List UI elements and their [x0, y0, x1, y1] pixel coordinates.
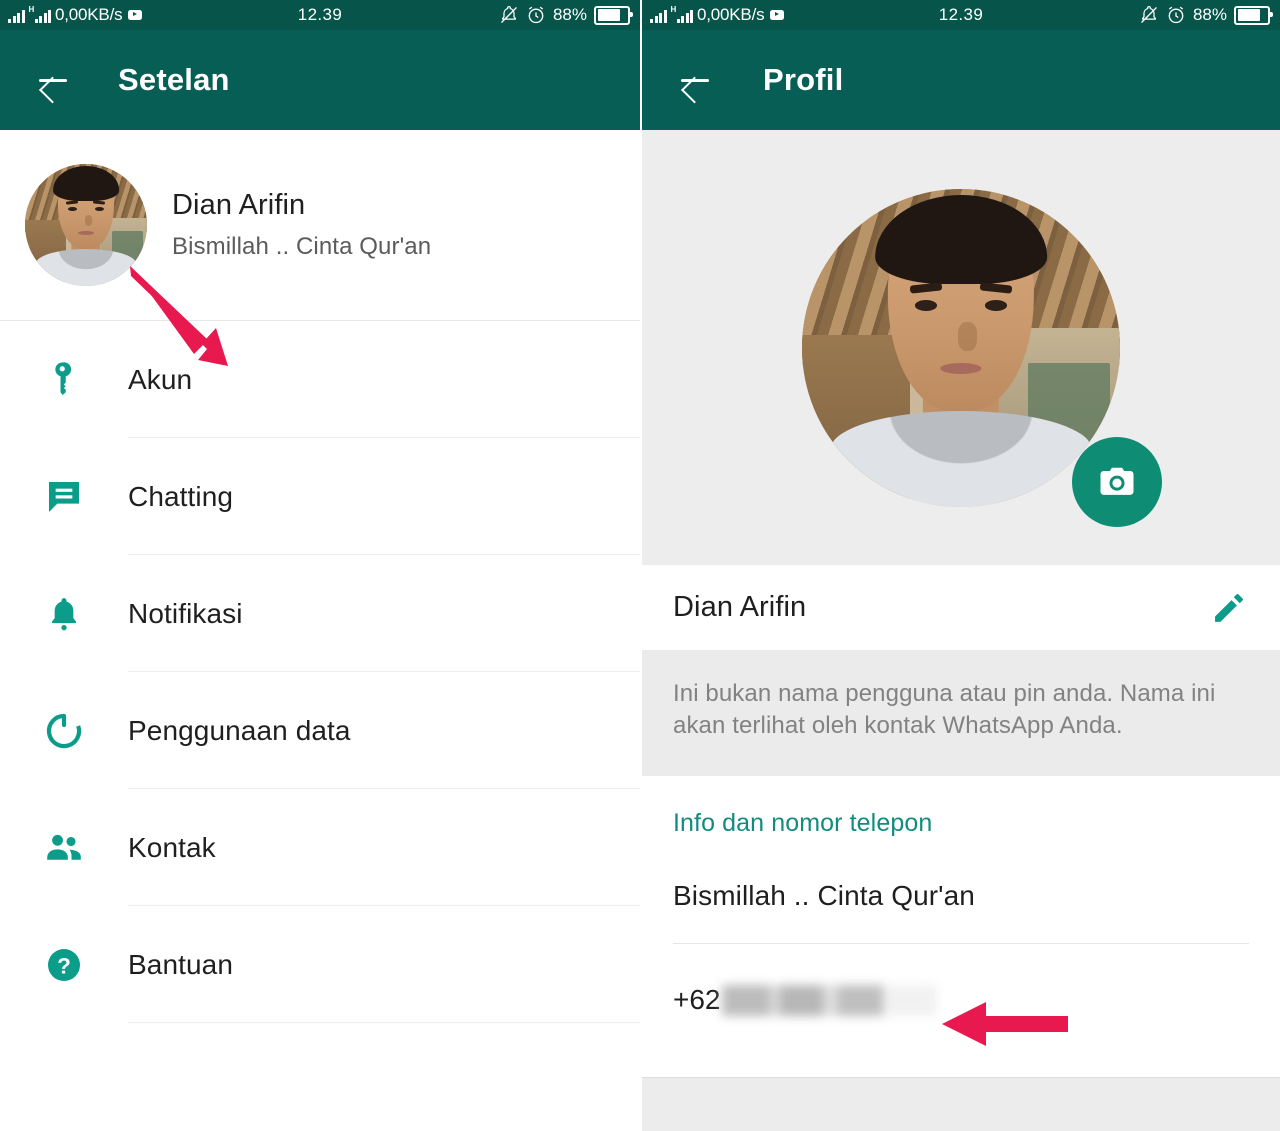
profile-name: Dian Arifin — [673, 591, 807, 623]
sidebar-item-penggunaan-data[interactable]: Penggunaan data — [0, 672, 640, 789]
phone-number-redacted — [721, 984, 937, 1016]
profile-photo-area — [642, 130, 1280, 565]
change-photo-button[interactable] — [1072, 437, 1162, 527]
bell-off-icon — [500, 6, 517, 23]
settings-app-bar: Setelan — [0, 30, 640, 130]
info-section: Info dan nomor telepon Bismillah .. Cint… — [642, 776, 1280, 1024]
bottom-strip — [642, 1077, 1280, 1131]
battery-percent-label: 88% — [1192, 5, 1227, 24]
sidebar-item-bantuan[interactable]: ? Bantuan — [0, 906, 640, 1023]
profile-summary-row[interactable]: Dian Arifin Bismillah .. Cinta Qur'an — [0, 130, 640, 320]
profile-app-bar: Profil — [642, 30, 1280, 130]
sidebar-item-label: Chatting — [128, 480, 234, 512]
avatar[interactable] — [25, 164, 147, 286]
status-bar-right-group: 88% — [499, 5, 640, 25]
sidebar-item-chatting[interactable]: Chatting — [0, 438, 640, 555]
section-title: Info dan nomor telepon — [673, 809, 933, 838]
page-title: Setelan — [118, 62, 230, 97]
sidebar-item-label: Bantuan — [128, 948, 234, 980]
status-bar-right: H 0,00KB/s 12.39 88% — [642, 0, 1280, 30]
page-title: Profil — [763, 62, 844, 97]
name-hint-text: Ini bukan nama pengguna atau pin anda. N… — [673, 680, 1216, 740]
divider — [673, 943, 1249, 945]
sidebar-item-label: Kontak — [128, 831, 216, 863]
about-value[interactable]: Bismillah .. Cinta Qur'an — [673, 880, 1249, 912]
status-bar-left: H 0,00KB/s 12.39 88% — [0, 0, 640, 30]
sidebar-item-label: Penggunaan data — [128, 714, 351, 746]
sidebar-item-kontak[interactable]: Kontak — [0, 789, 640, 906]
chat-bubble-icon — [0, 477, 128, 517]
name-hint-block: Ini bukan nama pengguna atau pin anda. N… — [642, 650, 1280, 777]
alarm-clock-icon — [1168, 6, 1184, 24]
phone-row[interactable]: +62 — [673, 977, 1249, 1023]
phone-prefix: +62 — [673, 984, 721, 1016]
status-bar-right-group: 88% — [1139, 5, 1280, 25]
data-usage-icon — [0, 710, 128, 752]
profile-name: Dian Arifin — [172, 189, 306, 221]
profile-screen: H 0,00KB/s 12.39 88% Profil Dian Arifin … — [640, 0, 1280, 1131]
camera-icon — [1100, 467, 1134, 495]
back-arrow-icon[interactable] — [675, 60, 715, 100]
contacts-icon — [0, 827, 128, 869]
key-icon — [0, 359, 128, 401]
profile-summary-text: Dian Arifin Bismillah .. Cinta Qur'an — [172, 189, 431, 261]
bell-icon — [0, 594, 128, 634]
divider — [128, 1022, 640, 1023]
battery-icon — [594, 5, 633, 25]
settings-screen: H 0,00KB/s 12.39 88% Setelan Dian Arifin… — [0, 0, 640, 1131]
sidebar-item-akun[interactable]: Akun — [0, 321, 640, 438]
dual-screenshot-container: H 0,00KB/s 12.39 88% Setelan Dian Arifin… — [0, 0, 1280, 1131]
battery-icon — [1234, 5, 1273, 25]
sidebar-item-label: Notifikasi — [128, 597, 243, 629]
back-arrow-icon[interactable] — [33, 60, 73, 100]
profile-photo[interactable] — [802, 188, 1120, 507]
help-circle-icon: ? — [0, 945, 128, 985]
alarm-clock-icon — [528, 6, 544, 24]
battery-percent-label: 88% — [552, 5, 587, 24]
sidebar-item-label: Akun — [128, 363, 193, 395]
profile-status: Bismillah .. Cinta Qur'an — [172, 233, 432, 260]
pencil-icon[interactable] — [1210, 589, 1248, 627]
sidebar-item-notifikasi[interactable]: Notifikasi — [0, 555, 640, 672]
profile-name-row[interactable]: Dian Arifin — [642, 565, 1280, 650]
svg-text:?: ? — [57, 953, 71, 978]
bell-off-icon — [1140, 6, 1157, 23]
